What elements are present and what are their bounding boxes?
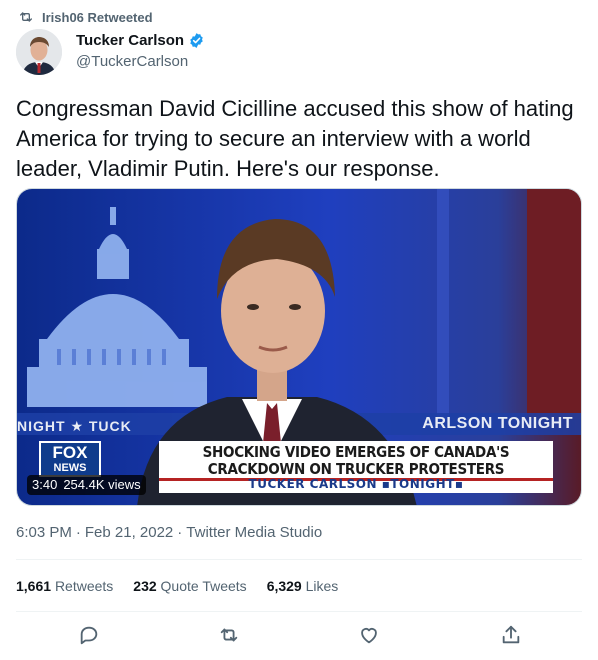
video-duration: 3:40 (32, 477, 58, 492)
reply-button[interactable] (78, 624, 100, 646)
tweet-time[interactable]: 6:03 PM (16, 524, 72, 541)
quote-tweets-stat[interactable]: 232 Quote Tweets (133, 578, 246, 598)
retweets-label: Retweets (54, 578, 114, 594)
ticker-left-text: NIGHT ★ TUCK (17, 418, 132, 434)
retweet-icon (220, 628, 238, 642)
likes-count: 6,329 (266, 578, 302, 594)
likes-label: Likes (305, 578, 339, 594)
chyron-headline-line2: CRACKDOWN ON TRUCKER PROTESTERS (207, 460, 505, 478)
tweet-source[interactable]: Twitter Media Studio (186, 524, 322, 541)
retweets-stat[interactable]: 1,661 Retweets (16, 578, 113, 598)
meta-separator: · (177, 524, 183, 541)
ticker-right-text: ARLSON TONIGHT (422, 415, 573, 432)
like-button[interactable] (358, 624, 380, 646)
meta-separator: · (75, 524, 81, 541)
tweet-actions (16, 620, 582, 650)
divider (16, 559, 582, 560)
author-name[interactable]: Tucker Carlson (76, 32, 184, 49)
share-button[interactable] (500, 624, 522, 646)
avatar-image (16, 29, 62, 75)
reply-icon (80, 626, 98, 645)
chyron: SHOCKING VIDEO EMERGES OF CANADA'S CRACK… (159, 441, 553, 493)
divider (16, 611, 582, 612)
engagement-stats: 1,661 Retweets 232 Quote Tweets 6,329 Li… (16, 578, 338, 598)
chyron-show-name: TUCKER CARLSON ▪TONIGHT▪ (248, 477, 464, 491)
video-views: 254.4K views (63, 477, 141, 492)
author-block[interactable]: Tucker Carlson @TuckerCarlson (76, 32, 205, 70)
likes-stat[interactable]: 6,329 Likes (267, 578, 339, 598)
tweet-date[interactable]: Feb 21, 2022 (85, 524, 173, 541)
retweet-button[interactable] (218, 624, 240, 646)
retweet-context[interactable]: Irish06 Retweeted (18, 8, 153, 26)
retweet-context-text: Irish06 Retweeted (42, 9, 153, 25)
verified-badge-icon (190, 33, 203, 48)
chyron-headline-line1: SHOCKING VIDEO EMERGES OF CANADA'S (202, 443, 510, 461)
retweets-count: 1,661 (16, 578, 52, 594)
tweet-meta: 6:03 PM · Feb 21, 2022 · Twitter Media S… (16, 524, 322, 541)
network-logo-bottom: NEWS (53, 462, 87, 474)
avatar[interactable] (16, 29, 62, 75)
share-icon (502, 625, 520, 644)
video-player[interactable]: NIGHT ★ TUCK ARLSON TONIGHT FOX NEWS SHO… (16, 188, 582, 506)
author-handle[interactable]: @TuckerCarlson (76, 53, 205, 70)
video-duration-badge: 3:40 254.4K views (27, 475, 146, 495)
tweet-text: Congressman David Cicilline accused this… (16, 96, 574, 181)
quote-tweets-label: Quote Tweets (160, 578, 247, 594)
heart-icon (361, 628, 377, 644)
network-logo-top: FOX (52, 443, 88, 462)
network-logo: FOX NEWS (39, 441, 101, 477)
quote-tweets-count: 232 (133, 578, 157, 594)
retweet-icon (20, 12, 32, 22)
